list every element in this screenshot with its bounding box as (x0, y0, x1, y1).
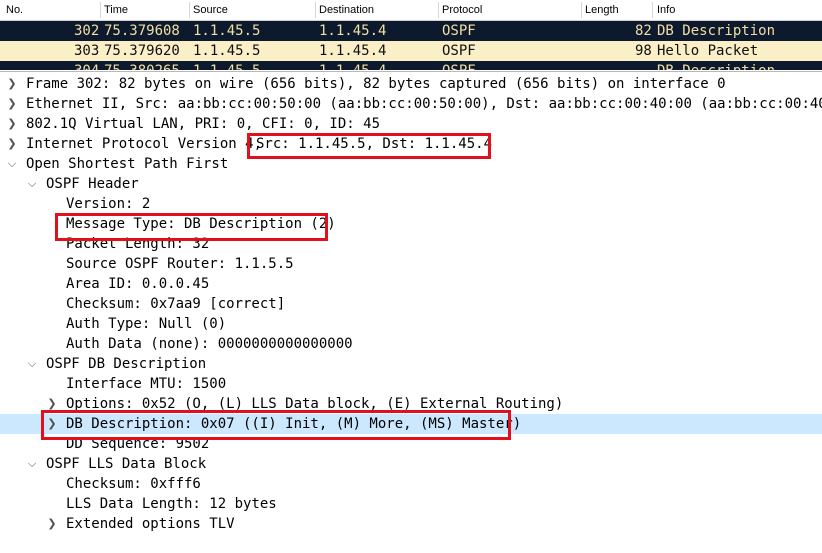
tree-item-lls-checksum[interactable]: Checksum: 0xfff6 (0, 474, 822, 494)
tree-item-label: Open Shortest Path First (26, 156, 229, 172)
chevron-down-icon[interactable]: ⌵ (25, 174, 39, 194)
column-header-no[interactable]: No. (6, 4, 23, 16)
tree-item-extended-options[interactable]: ❯ Extended options TLV (0, 514, 822, 534)
annotation-box-message-type (55, 213, 328, 241)
column-header-time[interactable]: Time (104, 4, 128, 16)
packet-row[interactable]: 304 75.380265 1.1.45.5 1.1.45.4 OSPF DB … (0, 61, 822, 70)
chevron-down-icon[interactable]: ⌵ (25, 454, 39, 474)
tree-item-label: Checksum: 0x7aa9 [correct] (66, 296, 286, 312)
tree-item-version[interactable]: Version: 2 (0, 194, 822, 214)
tree-item-label: Auth Type: Null (0) (66, 316, 227, 332)
packet-length: 98 (635, 43, 652, 59)
pane-divider[interactable] (0, 71, 822, 72)
packet-destination: 1.1.45.4 (319, 43, 387, 59)
column-header-source[interactable]: Source (193, 4, 228, 16)
column-header-destination[interactable]: Destination (319, 4, 374, 16)
tree-item-lls-length[interactable]: LLS Data Length: 12 bytes (0, 494, 822, 514)
annotation-box-ip (247, 133, 491, 159)
tree-item-label: Ethernet II, Src: aa:bb:cc:00:50:00 (aa:… (26, 96, 822, 112)
tree-item-auth-data[interactable]: Auth Data (none): 0000000000000000 (0, 334, 822, 354)
packet-no: 302 (74, 23, 100, 39)
tree-item-label: 802.1Q Virtual LAN, PRI: 0, CFI: 0, ID: … (26, 116, 381, 132)
packet-no: 304 (74, 61, 99, 70)
packet-destination: 1.1.45.4 (319, 61, 386, 70)
tree-item-label: OSPF DB Description (46, 356, 207, 372)
packet-protocol: OSPF (442, 43, 476, 59)
tree-item-vlan[interactable]: ❯ 802.1Q Virtual LAN, PRI: 0, CFI: 0, ID… (0, 114, 822, 134)
chevron-right-icon[interactable]: ❯ (5, 114, 19, 134)
packet-time: 75.380265 (104, 61, 180, 70)
column-header-info[interactable]: Info (657, 4, 675, 16)
tree-item-ethernet[interactable]: ❯ Ethernet II, Src: aa:bb:cc:00:50:00 (a… (0, 94, 822, 114)
packet-list-header: No. Time Source Destination Protocol Len… (0, 0, 822, 21)
tree-item-label: Auth Data (none): 0000000000000000 (66, 336, 353, 352)
packet-protocol: OSPF (442, 23, 476, 39)
tree-item-interface-mtu[interactable]: Interface MTU: 1500 (0, 374, 822, 394)
tree-item-label: Area ID: 0.0.0.45 (66, 276, 210, 292)
tree-item-label: LLS Data Length: 12 bytes (66, 496, 277, 512)
packet-no: 303 (74, 43, 100, 59)
packet-info: DB Description (657, 61, 775, 70)
packet-row[interactable]: 302 75.379608 1.1.45.5 1.1.45.4 OSPF 82 … (0, 21, 822, 41)
packet-time: 75.379620 (104, 43, 180, 59)
packet-info: Hello Packet (657, 43, 759, 59)
packet-info: DB Description (657, 23, 776, 39)
tree-item-label: Checksum: 0xfff6 (66, 476, 201, 492)
chevron-right-icon[interactable]: ❯ (5, 74, 19, 94)
packet-protocol: OSPF (442, 61, 476, 70)
packet-row[interactable]: 303 75.379620 1.1.45.5 1.1.45.4 OSPF 98 … (0, 41, 822, 61)
tree-item-checksum[interactable]: Checksum: 0x7aa9 [correct] (0, 294, 822, 314)
tree-item-label: OSPF Header (46, 176, 139, 192)
tree-item-source-router[interactable]: Source OSPF Router: 1.1.5.5 (0, 254, 822, 274)
column-header-protocol[interactable]: Protocol (442, 4, 482, 16)
packet-list: No. Time Source Destination Protocol Len… (0, 0, 822, 70)
chevron-right-icon[interactable]: ❯ (5, 134, 19, 154)
tree-item-lls-data-block[interactable]: ⌵ OSPF LLS Data Block (0, 454, 822, 474)
packet-length: 82 (635, 23, 652, 39)
packet-source: 1.1.45.5 (193, 61, 260, 70)
tree-item-auth-type[interactable]: Auth Type: Null (0) (0, 314, 822, 334)
tree-item-label: OSPF LLS Data Block (46, 456, 207, 472)
annotation-box-db-description (41, 410, 511, 440)
chevron-down-icon[interactable]: ⌵ (25, 354, 39, 374)
tree-item-ospf-db-description[interactable]: ⌵ OSPF DB Description (0, 354, 822, 374)
chevron-right-icon[interactable]: ❯ (45, 514, 59, 534)
tree-item-label: Source OSPF Router: 1.1.5.5 (66, 256, 294, 272)
chevron-down-icon[interactable]: ⌵ (5, 154, 19, 174)
tree-item-frame[interactable]: ❯ Frame 302: 82 bytes on wire (656 bits)… (0, 74, 822, 94)
packet-source: 1.1.45.5 (193, 43, 261, 59)
tree-item-area-id[interactable]: Area ID: 0.0.0.45 (0, 274, 822, 294)
tree-item-label: Frame 302: 82 bytes on wire (656 bits), … (26, 76, 726, 92)
packet-destination: 1.1.45.4 (319, 23, 387, 39)
tree-item-label: Internet Protocol Version 4, (26, 136, 263, 152)
packet-time: 75.379608 (104, 23, 180, 39)
packet-source: 1.1.45.5 (193, 23, 261, 39)
tree-item-ospf-header[interactable]: ⌵ OSPF Header (0, 174, 822, 194)
tree-item-label: Version: 2 (66, 196, 151, 212)
tree-item-label: Interface MTU: 1500 (66, 376, 227, 392)
tree-item-label: Extended options TLV (66, 516, 235, 532)
chevron-right-icon[interactable]: ❯ (5, 94, 19, 114)
column-header-length[interactable]: Length (585, 4, 619, 16)
